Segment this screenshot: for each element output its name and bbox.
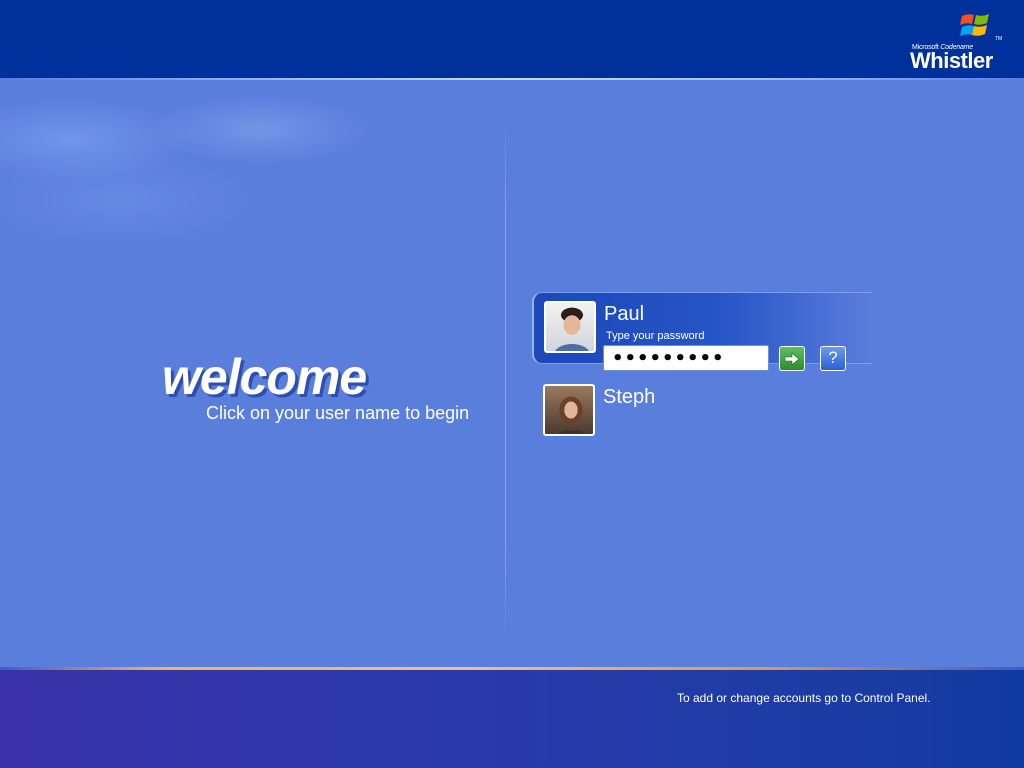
arrow-right-icon (784, 351, 800, 366)
user-tile-paul[interactable]: Paul Type your password ? (532, 292, 872, 371)
top-divider-line (0, 78, 1024, 80)
question-mark-icon: ? (828, 348, 838, 367)
login-go-button[interactable] (779, 346, 805, 371)
password-input[interactable] (603, 345, 769, 371)
user-name-paul[interactable]: Paul (604, 303, 644, 326)
vertical-divider (505, 115, 506, 640)
user-tile-steph[interactable]: Steph (532, 378, 732, 442)
password-hint-button[interactable]: ? (820, 346, 846, 371)
avatar-paul[interactable] (544, 301, 596, 353)
trademark-label: TM (995, 36, 1003, 42)
password-label: Type your password (606, 330, 705, 342)
welcome-heading: welcome (162, 349, 367, 405)
user-name-steph[interactable]: Steph (603, 386, 655, 409)
windows-flag-icon (960, 14, 989, 36)
top-bar: TM Microsoft Codename Whistler (0, 0, 1024, 78)
welcome-instruction: Click on your user name to begin (206, 403, 470, 423)
login-screen: TM Microsoft Codename Whistler welcome C… (0, 0, 1024, 768)
windows-logo: TM Microsoft Codename Whistler (910, 10, 1003, 73)
control-panel-hint: To add or change accounts go to Control … (677, 691, 931, 705)
sky-background (0, 80, 420, 240)
logo-product-name: Whistler (910, 48, 993, 73)
bottom-bar: To add or change accounts go to Control … (0, 670, 1024, 768)
